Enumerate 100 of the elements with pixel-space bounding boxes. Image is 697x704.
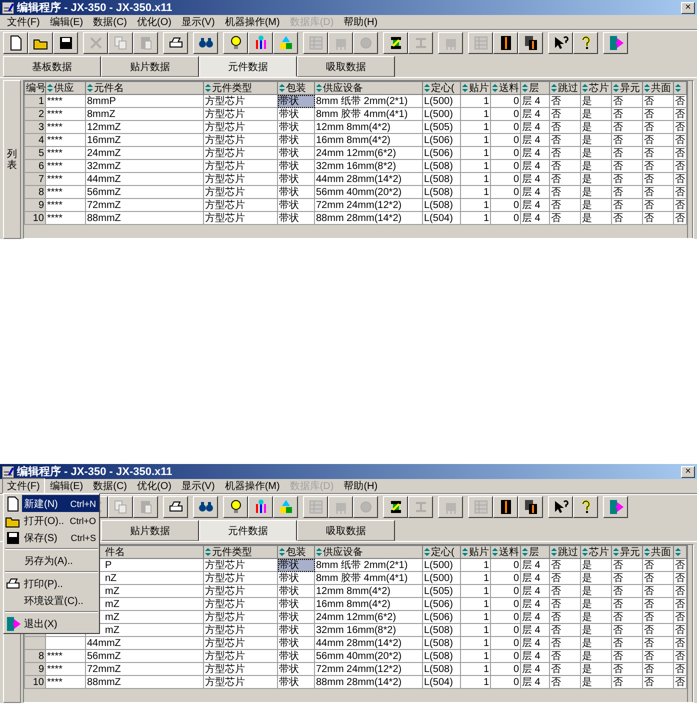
menu-option[interactable]: 打开(O).. Ctrl+O xyxy=(22,512,99,529)
toolbar-button[interactable] xyxy=(273,32,298,54)
close-button[interactable]: × xyxy=(681,2,695,14)
toolbar-button[interactable] xyxy=(163,496,188,518)
tab[interactable]: 贴片数据 xyxy=(101,520,199,541)
toolbar-button[interactable] xyxy=(573,496,598,518)
gear-icon xyxy=(358,35,374,51)
toolbar-button[interactable] xyxy=(493,32,518,54)
table-cell: 88mmZ xyxy=(86,676,204,688)
toolbar-button[interactable] xyxy=(603,32,628,54)
toolbar-button[interactable] xyxy=(548,496,573,518)
column-header[interactable]: 包装 xyxy=(278,546,314,558)
column-header[interactable]: 贴片 xyxy=(460,546,490,558)
tab[interactable]: 贴片数据 xyxy=(101,56,199,77)
menu-option-label: 退出(X) xyxy=(24,618,58,630)
table-cell: 8mmZ xyxy=(86,108,204,120)
toolbar-button[interactable] xyxy=(223,32,248,54)
table-cell: 带状 xyxy=(278,134,314,146)
column-header[interactable]: 芯片 xyxy=(580,546,612,558)
column-header[interactable]: 元件类型 xyxy=(204,82,278,94)
column-header[interactable]: 包装 xyxy=(278,82,314,94)
menu-item[interactable]: 数据(C) xyxy=(88,478,132,494)
menu-option-label: 另存为(A).. xyxy=(24,554,73,568)
column-header[interactable]: 跳过 xyxy=(550,82,580,94)
column-header[interactable]: 层 xyxy=(520,546,550,558)
toolbar-button[interactable] xyxy=(383,496,408,518)
column-header[interactable]: 贴片 xyxy=(460,82,490,94)
toolbar-button[interactable] xyxy=(53,32,78,54)
toolbar-button[interactable] xyxy=(493,496,518,518)
column-header[interactable]: 定心( xyxy=(422,82,460,94)
column-header[interactable]: 异元 xyxy=(612,546,642,558)
toolbar-button[interactable] xyxy=(248,32,273,54)
menu-item[interactable]: 编辑(E) xyxy=(44,478,88,494)
menu-item[interactable]: 文件(F) xyxy=(2,14,45,30)
menu-item[interactable]: 显示(V) xyxy=(176,14,220,30)
table-cell: L(508) xyxy=(422,636,460,650)
table-cell: 带状 xyxy=(278,186,314,198)
table-cell: 带状 xyxy=(278,120,314,134)
tab[interactable]: 元件数据 xyxy=(199,56,297,77)
table-cell: 44mmZ xyxy=(86,636,204,650)
menu-option[interactable]: 保存(S) Ctrl+S xyxy=(22,529,99,546)
toolbar-button[interactable] xyxy=(603,496,628,518)
table-cell: 16mmZ xyxy=(86,134,204,146)
table-cell: 方型芯片 xyxy=(204,650,278,662)
column-header[interactable]: 芯片 xyxy=(580,82,612,94)
shortcut-label: Ctrl+O xyxy=(70,516,96,526)
toolbar-button[interactable] xyxy=(28,32,53,54)
table-cell: 56mm 40mm(20*2) xyxy=(314,186,422,198)
copy-icon xyxy=(112,499,128,515)
column-header[interactable]: 编号 xyxy=(24,82,46,94)
column-header[interactable]: 送料 xyxy=(490,546,520,558)
toolbar-button[interactable] xyxy=(3,32,28,54)
side-tab[interactable]: 列表 xyxy=(3,80,21,239)
tab[interactable]: 基板数据 xyxy=(3,56,101,77)
toolbar-button[interactable] xyxy=(223,496,248,518)
close-button[interactable]: × xyxy=(681,466,695,478)
column-header[interactable]: 供应设备 xyxy=(314,82,422,94)
column-header[interactable]: 层 xyxy=(520,82,550,94)
toolbar-button[interactable] xyxy=(383,32,408,54)
column-header[interactable]: 共面 xyxy=(642,82,674,94)
table-cell: **** xyxy=(46,160,86,172)
toolbar-button[interactable] xyxy=(573,32,598,54)
row-number: 8 xyxy=(24,186,46,198)
column-header[interactable]: 跳过 xyxy=(550,546,580,558)
row-number: 4 xyxy=(24,134,46,146)
window-title: 编辑程序 - JX-350 - JX-350.x11 xyxy=(17,0,174,15)
column-header[interactable]: 定心( xyxy=(422,546,460,558)
toolbar-button[interactable] xyxy=(193,496,218,518)
menu-item[interactable]: 显示(V) xyxy=(176,478,220,494)
column-header[interactable]: 元件类型 xyxy=(204,546,278,558)
menu-item[interactable]: 优化(O) xyxy=(132,478,176,494)
menu-item[interactable]: 数据(C) xyxy=(88,14,132,30)
menu-item[interactable]: 编辑(E) xyxy=(44,14,88,30)
tab[interactable]: 元件数据 xyxy=(199,520,297,541)
column-header[interactable]: 元件名 xyxy=(86,82,204,94)
menu-item[interactable]: 优化(O) xyxy=(132,14,176,30)
column-header[interactable]: 异元 xyxy=(612,82,642,94)
column-header[interactable]: 供应设备 xyxy=(314,546,422,558)
menu-item[interactable]: 帮助(H) xyxy=(338,478,383,494)
toolbar-button[interactable] xyxy=(518,496,543,518)
table-cell: L(508) xyxy=(422,662,460,676)
menu-item[interactable]: 机器操作(M) xyxy=(220,14,285,30)
toolbar-button[interactable] xyxy=(548,32,573,54)
column-header[interactable]: 共面 xyxy=(642,546,674,558)
table-cell: L(504) xyxy=(422,676,460,688)
menu-item[interactable]: 机器操作(M) xyxy=(220,478,285,494)
column-header[interactable]: 送料 xyxy=(490,82,520,94)
toolbar-button[interactable] xyxy=(163,32,188,54)
toolbar-button[interactable] xyxy=(248,496,273,518)
table-cell: L(500) xyxy=(422,558,460,572)
toolbar-button[interactable] xyxy=(518,32,543,54)
table-cell: 带状 xyxy=(278,624,314,636)
column-header[interactable]: 供应 xyxy=(46,82,86,94)
menu-item[interactable]: 帮助(H) xyxy=(338,14,383,30)
tab[interactable]: 吸取数据 xyxy=(297,56,395,77)
tab[interactable]: 吸取数据 xyxy=(297,520,395,541)
menu-option[interactable]: 新建(N) Ctrl+N xyxy=(22,495,99,512)
scissors-icon xyxy=(88,35,104,51)
toolbar-button[interactable] xyxy=(193,32,218,54)
toolbar-button[interactable] xyxy=(273,496,298,518)
